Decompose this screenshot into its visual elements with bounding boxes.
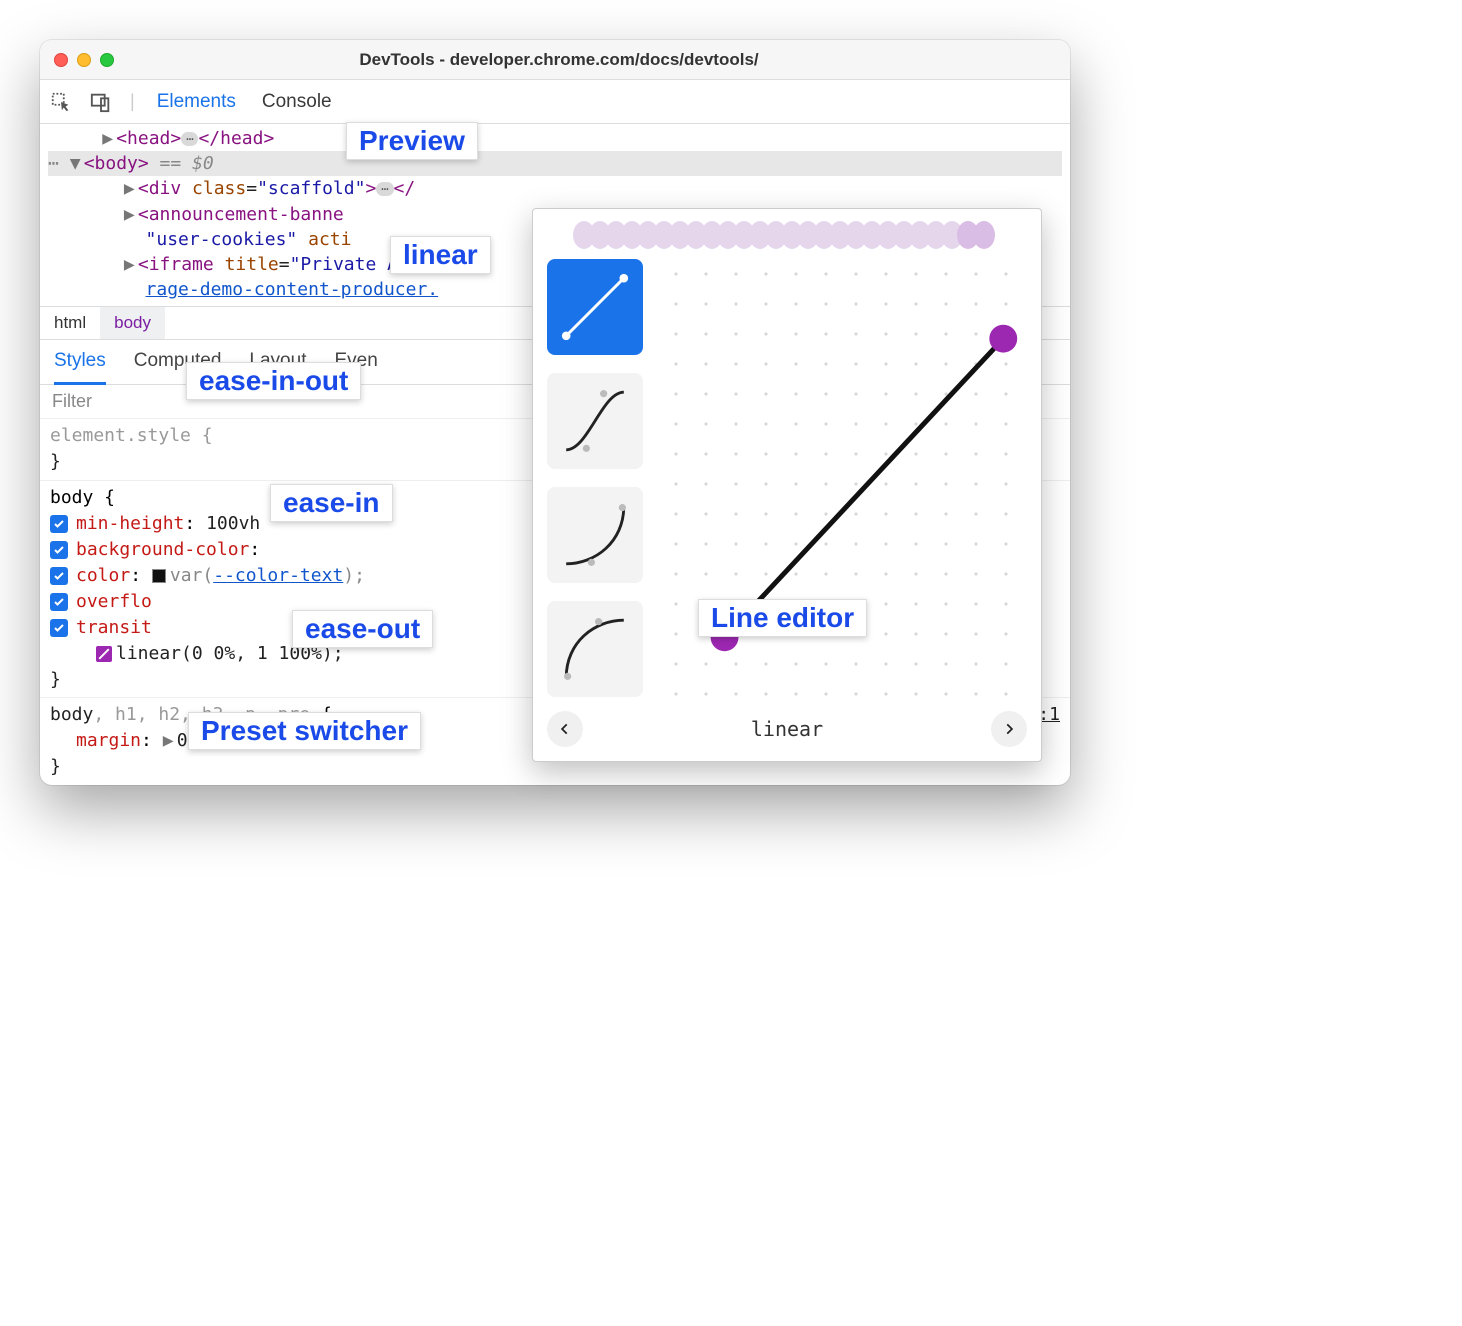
preset-ease-in-out[interactable] xyxy=(547,373,643,469)
crumb-html[interactable]: html xyxy=(40,307,100,339)
preset-ease-out[interactable] xyxy=(547,601,643,697)
head-close: </head> xyxy=(198,128,274,149)
color-swatch[interactable] xyxy=(152,569,166,583)
annotation-preview: Preview xyxy=(346,122,478,160)
preset-ease-in[interactable] xyxy=(547,487,643,583)
close-window-button[interactable] xyxy=(54,53,68,67)
easing-editor-popover: linear xyxy=(532,208,1042,762)
traffic-lights xyxy=(54,53,114,67)
ellipsis-icon[interactable]: ⋯ xyxy=(181,132,198,146)
toggle-declaration-checkbox[interactable] xyxy=(50,567,68,585)
ellipsis-icon[interactable]: ⋯ xyxy=(376,182,393,196)
tab-console[interactable]: Console xyxy=(258,91,336,113)
preset-name-display: linear xyxy=(751,717,823,741)
crumb-body[interactable]: body xyxy=(100,307,165,339)
annotation-preset-switcher: Preset switcher xyxy=(188,712,421,750)
zoom-window-button[interactable] xyxy=(100,53,114,67)
easing-swatch[interactable] xyxy=(96,646,112,662)
device-toolbar-icon[interactable] xyxy=(90,91,112,113)
tab-elements[interactable]: Elements xyxy=(153,91,240,113)
annotation-ease-in-out: ease-in-out xyxy=(186,362,361,400)
selected-body-node[interactable]: ⋯ ▼<body> == $0 xyxy=(48,151,1062,176)
annotation-linear: linear xyxy=(390,236,491,274)
preset-switcher: linear xyxy=(547,711,1027,747)
next-preset-button[interactable] xyxy=(991,711,1027,747)
window-title: DevTools - developer.chrome.com/docs/dev… xyxy=(114,50,1004,70)
annotation-ease-in: ease-in xyxy=(270,484,393,522)
preset-linear[interactable] xyxy=(547,259,643,355)
expand-shorthand-icon[interactable]: ▶ xyxy=(163,728,177,754)
annotation-ease-out: ease-out xyxy=(292,610,433,648)
toggle-declaration-checkbox[interactable] xyxy=(50,541,68,559)
inspect-element-icon[interactable] xyxy=(50,91,72,113)
toggle-declaration-checkbox[interactable] xyxy=(50,593,68,611)
css-var-link[interactable]: --color-text xyxy=(213,565,343,586)
devtools-toolbar: | Elements Console xyxy=(40,80,1070,124)
subtab-styles[interactable]: Styles xyxy=(54,340,106,385)
easing-preview-strip xyxy=(547,219,1027,251)
toggle-declaration-checkbox[interactable] xyxy=(50,619,68,637)
devtools-window: DevTools - developer.chrome.com/docs/dev… xyxy=(40,40,1070,785)
easing-preset-list xyxy=(547,259,643,697)
prev-preset-button[interactable] xyxy=(547,711,583,747)
head-open[interactable]: <head> xyxy=(116,128,181,149)
minimize-window-button[interactable] xyxy=(77,53,91,67)
iframe-src-link[interactable]: rage-demo-content-producer. xyxy=(146,279,439,300)
window-titlebar: DevTools - developer.chrome.com/docs/dev… xyxy=(40,40,1070,80)
toggle-declaration-checkbox[interactable] xyxy=(50,515,68,533)
annotation-line-editor: Line editor xyxy=(698,599,867,637)
styles-filter-input[interactable]: Filter xyxy=(52,391,92,411)
bezier-handle-end[interactable] xyxy=(989,325,1017,353)
